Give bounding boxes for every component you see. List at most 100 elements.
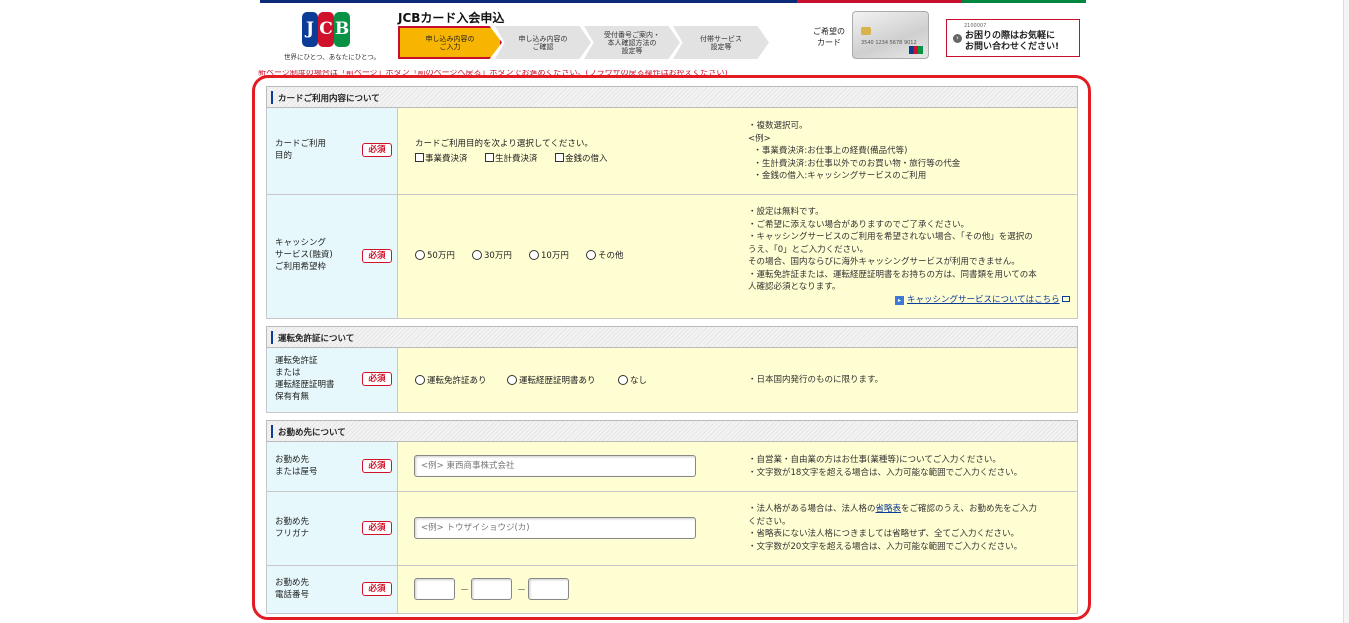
purpose-option-business[interactable]: 事業費決済 [415,152,468,164]
logo-letter-c: C [318,12,334,47]
purpose-note: ・複数選択可。 <例> ・事業費決済:お仕事上の経費(備品代等) ・生計費決済:… [748,121,961,181]
cashing-option-30-label: 30万円 [484,251,512,261]
desired-card-label: ご希望の カード [809,26,849,48]
help-arrow-icon: › [953,34,962,43]
purpose-prompt: カードご利用目的を次より選択してください。 [415,139,593,149]
row-input-cell: 運転免許証あり 運転経歴証明書あり なし [398,348,1077,412]
phone-separator: － [517,586,527,596]
license-option-history[interactable]: 運転経歴証明書あり [507,374,596,386]
cashing-info-link[interactable]: ▸ キャッシングサービスについてはこちら [895,293,1070,305]
company-phone-label: お勤め先 電話番号 [275,577,309,601]
step-receipt-line3: 設定等 [621,46,643,55]
required-badge: 必須 [362,372,392,386]
license-label-line1: 運転免許証 [275,356,318,366]
license-option-none[interactable]: なし [618,374,647,386]
phone-separator: － [460,586,470,596]
company-kana-note: ・法人格がある場合は、法人格の省略表をご確認のうえ、お勤め先をご入力 ください。… [748,503,1037,553]
row-company-kana: お勤め先 フリガナ 必須 <例> トウザイショウジ(カ) ・法人格がある場合は、… [266,492,1078,566]
cashing-option-other[interactable]: その他 [586,249,624,261]
purpose-option-loan-label: 金銭の借入 [565,154,608,164]
cashing-label-line3: ご利用希望枠 [275,262,327,272]
radio-icon[interactable] [618,375,628,385]
company-kana-note-rest: ください。 ・省略表にない法人格につきましては省略せず、全てご入力ください。 ・… [748,516,1023,552]
radio-icon[interactable] [415,375,425,385]
radio-icon[interactable] [529,250,539,260]
company-kana-input[interactable]: <例> トウザイショウジ(カ) [414,517,696,539]
cashing-option-other-label: その他 [598,251,624,261]
section-work-title: お勤め先について [278,428,346,438]
section-marker [271,91,273,104]
step-input: 申し込み内容の ご入力 [398,26,502,59]
required-badge: 必須 [362,249,392,263]
cashing-option-50[interactable]: 50万円 [415,249,455,261]
purpose-option-loan[interactable]: 金銭の借入 [555,152,608,164]
abbreviation-table-link[interactable]: 省略表 [876,504,902,514]
page-title: JCBカード入会申込 [398,11,505,25]
row-cashing: キャッシング サービス(融資) ご利用希望枠 必須 50万円 30万円 10万円… [266,195,1078,319]
radio-icon[interactable] [472,250,482,260]
license-label-line4: 保有有無 [275,392,310,402]
cashing-label: キャッシング サービス(融資) ご利用希望枠 [275,237,333,273]
checkbox-icon[interactable] [555,153,564,162]
cashing-label-line1: キャッシング [275,238,327,248]
required-badge: 必須 [362,143,392,157]
phone-area-input[interactable] [414,578,455,600]
card-chip-icon [861,27,871,35]
phone-exchange-input[interactable] [471,578,512,600]
license-label-line2: または [275,368,301,378]
checkbox-icon[interactable] [415,153,424,162]
license-label: 運転免許証 または 運転経歴証明書 保有有無 [275,355,335,403]
company-label-line2: または屋号 [275,467,318,477]
section-work-header: お勤め先について [266,420,1078,442]
section-license-title: 運転免許証について [278,334,355,344]
checkbox-icon[interactable] [485,153,494,162]
radio-icon[interactable] [507,375,517,385]
page-scrollbar[interactable] [1343,0,1349,623]
step-confirm-line1: 申し込み内容の [518,34,568,43]
row-label-cell: キャッシング サービス(融資) ご利用希望枠 必須 [267,195,398,318]
link-arrow-icon: ▸ [895,296,904,305]
purpose-option-living[interactable]: 生計費決済 [485,152,538,164]
company-kana-label-line2: フリガナ [275,529,310,539]
help-code: 2100007 [964,23,987,29]
cashing-option-10[interactable]: 10万円 [529,249,569,261]
logo-letter-b: B [334,12,350,47]
help-contact-button[interactable]: 2100007 › お困りの際はお気軽に お問い合わせください! [946,19,1080,57]
license-option-license[interactable]: 運転免許証あり [415,374,487,386]
company-label: お勤め先 または屋号 [275,454,318,478]
step-services: 付帯サービス 設定等 [673,26,769,59]
help-text: お困りの際はお気軽に お問い合わせください! [965,31,1059,53]
license-option-none-label: なし [630,376,648,386]
company-label-line1: お勤め先 [275,455,310,465]
step-input-line2: ご入力 [439,42,461,51]
step-services-line2: 設定等 [710,42,732,51]
section-usage-title: カードご利用内容について [278,94,380,104]
company-name-input[interactable]: <例> 東西商事株式会社 [414,455,696,477]
row-label-cell: お勤め先 フリガナ 必須 [267,492,398,565]
company-kana-label-line1: お勤め先 [275,517,310,527]
row-license: 運転免許証 または 運転経歴証明書 保有有無 必須 運転免許証あり 運転経歴証明… [266,348,1078,413]
row-label-cell: お勤め先 電話番号 必須 [267,566,398,613]
external-window-icon [1061,296,1070,302]
radio-icon[interactable] [415,250,425,260]
phone-number-input[interactable] [528,578,569,600]
license-label-line3: 運転経歴証明書 [275,380,335,390]
row-label-cell: カードご利用 目的 必須 [267,108,398,194]
row-input-cell: － － [398,566,1077,613]
radio-icon[interactable] [586,250,596,260]
logo-letter-j: J [302,12,318,47]
company-note: ・自営業・自由業の方はお仕事(業種等)についてご入力ください。 ・文字数が18文… [748,455,1023,478]
step-receipt: 受付番号ご案内・ 本人確認方法の 設定等 [584,26,680,59]
row-input-cell: カードご利用目的を次より選択してください。 事業費決済 生計費決済 金銭の借入 [398,108,1077,194]
cashing-option-30[interactable]: 30万円 [472,249,512,261]
notice-text: 新ページ制度の場合は「前ページ」ボタン「前のページへ戻る」ボタンでお進めください… [258,70,728,77]
card-brand-mark-icon [909,46,923,54]
help-text-line1: お困りの際はお気軽に [965,31,1056,41]
row-label-cell: お勤め先 または屋号 必須 [267,442,398,491]
jcb-logo[interactable]: J C B [302,12,350,47]
section-marker [271,331,273,344]
cashing-option-10-label: 10万円 [541,251,569,261]
cashing-note: ・設定は無料です。 ・ご希望に添えない場合がありますのでご了承ください。 ・キャ… [748,207,1037,292]
company-phone-label-line2: 電話番号 [275,590,310,600]
cashing-option-50-label: 50万円 [427,251,455,261]
